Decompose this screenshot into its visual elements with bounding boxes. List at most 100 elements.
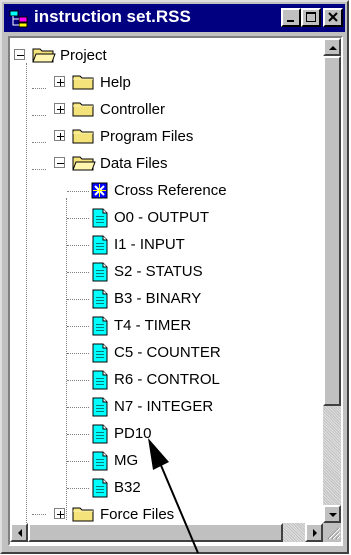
tree-node-data-file[interactable]: MG [10,449,310,475]
data-file-icon [92,397,108,417]
tree-line [67,272,89,273]
tree-node-data-file[interactable]: C5 - COUNTER [10,341,310,367]
minus-icon [57,163,64,164]
tree-node-label: Program Files [100,128,194,145]
tree-node-label: T4 - TIMER [114,317,192,334]
tree-line [67,218,89,219]
data-file-icon [92,451,108,471]
expand-toggle[interactable] [54,76,65,87]
tree-node-help[interactable]: Help [10,71,310,97]
project-window: instruction set.RSS Project Help Control… [0,0,349,554]
data-file-icon [92,316,108,336]
tree-node-label: I1 - INPUT [114,236,185,253]
expand-toggle[interactable] [54,103,65,114]
scroll-down-button[interactable] [323,505,341,523]
tree-node-label: N7 - INTEGER [114,398,214,415]
data-file-icon [92,370,108,390]
plus-icon [57,79,64,86]
folder-icon [72,507,94,522]
folder-icon [72,129,94,144]
close-icon [328,12,338,22]
tree-node-label: S2 - STATUS [114,263,203,280]
tree-node-label: Help [100,74,131,91]
tree-node-label: C5 - COUNTER [114,344,221,361]
minimize-icon [287,20,294,22]
tree-node-label: Cross Reference [114,182,227,199]
tree-view[interactable]: Project Help Controller Program Files Da… [10,38,323,523]
tree-line [67,461,89,462]
scroll-left-button[interactable] [10,523,28,542]
tree-node-data-file[interactable]: R6 - CONTROL [10,368,310,394]
tree-node-label: MG [114,452,139,469]
folder-icon [72,75,94,90]
collapse-toggle[interactable] [54,157,65,168]
tree-node-data-file[interactable]: PD10 [10,422,310,448]
data-file-icon [92,343,108,363]
scroll-right-button[interactable] [305,523,323,542]
resize-grip[interactable] [323,523,341,542]
tree-node-data-file[interactable]: O0 - OUTPUT [10,206,310,232]
tree-node-data-file[interactable]: B3 - BINARY [10,287,310,313]
tree-line [67,245,89,246]
minus-icon [17,55,24,56]
maximize-button[interactable] [301,8,321,27]
folder-icon [72,102,94,117]
tree-line [67,299,89,300]
tree-node-label: Project [60,47,107,64]
tree-node-force-files[interactable]: Force Files [10,503,310,523]
arrow-down-icon [329,513,337,517]
resize-grip-icon [327,527,341,540]
tree-line [67,380,89,381]
tree-line [67,407,89,408]
tree-node-project[interactable]: Project [10,44,310,70]
tree-node-data-file[interactable]: S2 - STATUS [10,260,310,286]
scroll-thumb[interactable] [323,56,341,406]
window-title: instruction set.RSS [34,7,191,26]
tree-node-data-files[interactable]: Data Files [10,152,310,178]
scroll-up-button[interactable] [323,38,341,56]
tree-node-data-file[interactable]: I1 - INPUT [10,233,310,259]
project-tree-icon [9,10,28,28]
tree-line [67,488,89,489]
data-file-icon [92,208,108,228]
expand-toggle[interactable] [54,508,65,519]
tree-node-program-files[interactable]: Program Files [10,125,310,151]
folder-open-icon [72,156,96,171]
title-bar[interactable]: instruction set.RSS [4,4,345,32]
collapse-toggle[interactable] [14,49,25,60]
cross-reference-icon [91,182,108,199]
tree-node-label: Controller [100,101,166,118]
maximize-icon [306,12,316,22]
tree-node-data-file[interactable]: N7 - INTEGER [10,395,310,421]
arrow-left-icon [18,529,22,537]
tree-node-label: B32 [114,479,141,496]
arrow-right-icon [313,529,317,537]
tree-line [67,434,89,435]
horizontal-scrollbar[interactable] [10,523,323,542]
tree-node-label: PD10 [114,425,152,442]
expand-toggle[interactable] [54,130,65,141]
data-file-icon [92,424,108,444]
folder-open-icon [32,48,56,63]
plus-icon [57,133,64,140]
tree-node-controller[interactable]: Controller [10,98,310,124]
vertical-scrollbar[interactable] [323,38,341,523]
tree-line [67,353,89,354]
tree-node-label: Force Files [100,506,175,523]
minimize-button[interactable] [281,8,301,27]
tree-node-label: O0 - OUTPUT [114,209,210,226]
close-button[interactable] [323,8,343,27]
tree-node-data-file[interactable]: B32 [10,476,310,502]
plus-icon [57,106,64,113]
arrow-up-icon [329,46,337,50]
tree-node-label: Data Files [100,155,168,172]
tree-node-label: B3 - BINARY [114,290,202,307]
data-file-icon [92,289,108,309]
data-file-icon [92,262,108,282]
tree-line [67,191,89,192]
data-file-icon [92,478,108,498]
tree-node-data-file[interactable]: Cross Reference [10,179,310,205]
tree-line [67,326,89,327]
tree-node-data-file[interactable]: T4 - TIMER [10,314,310,340]
scroll-thumb[interactable] [28,523,283,542]
